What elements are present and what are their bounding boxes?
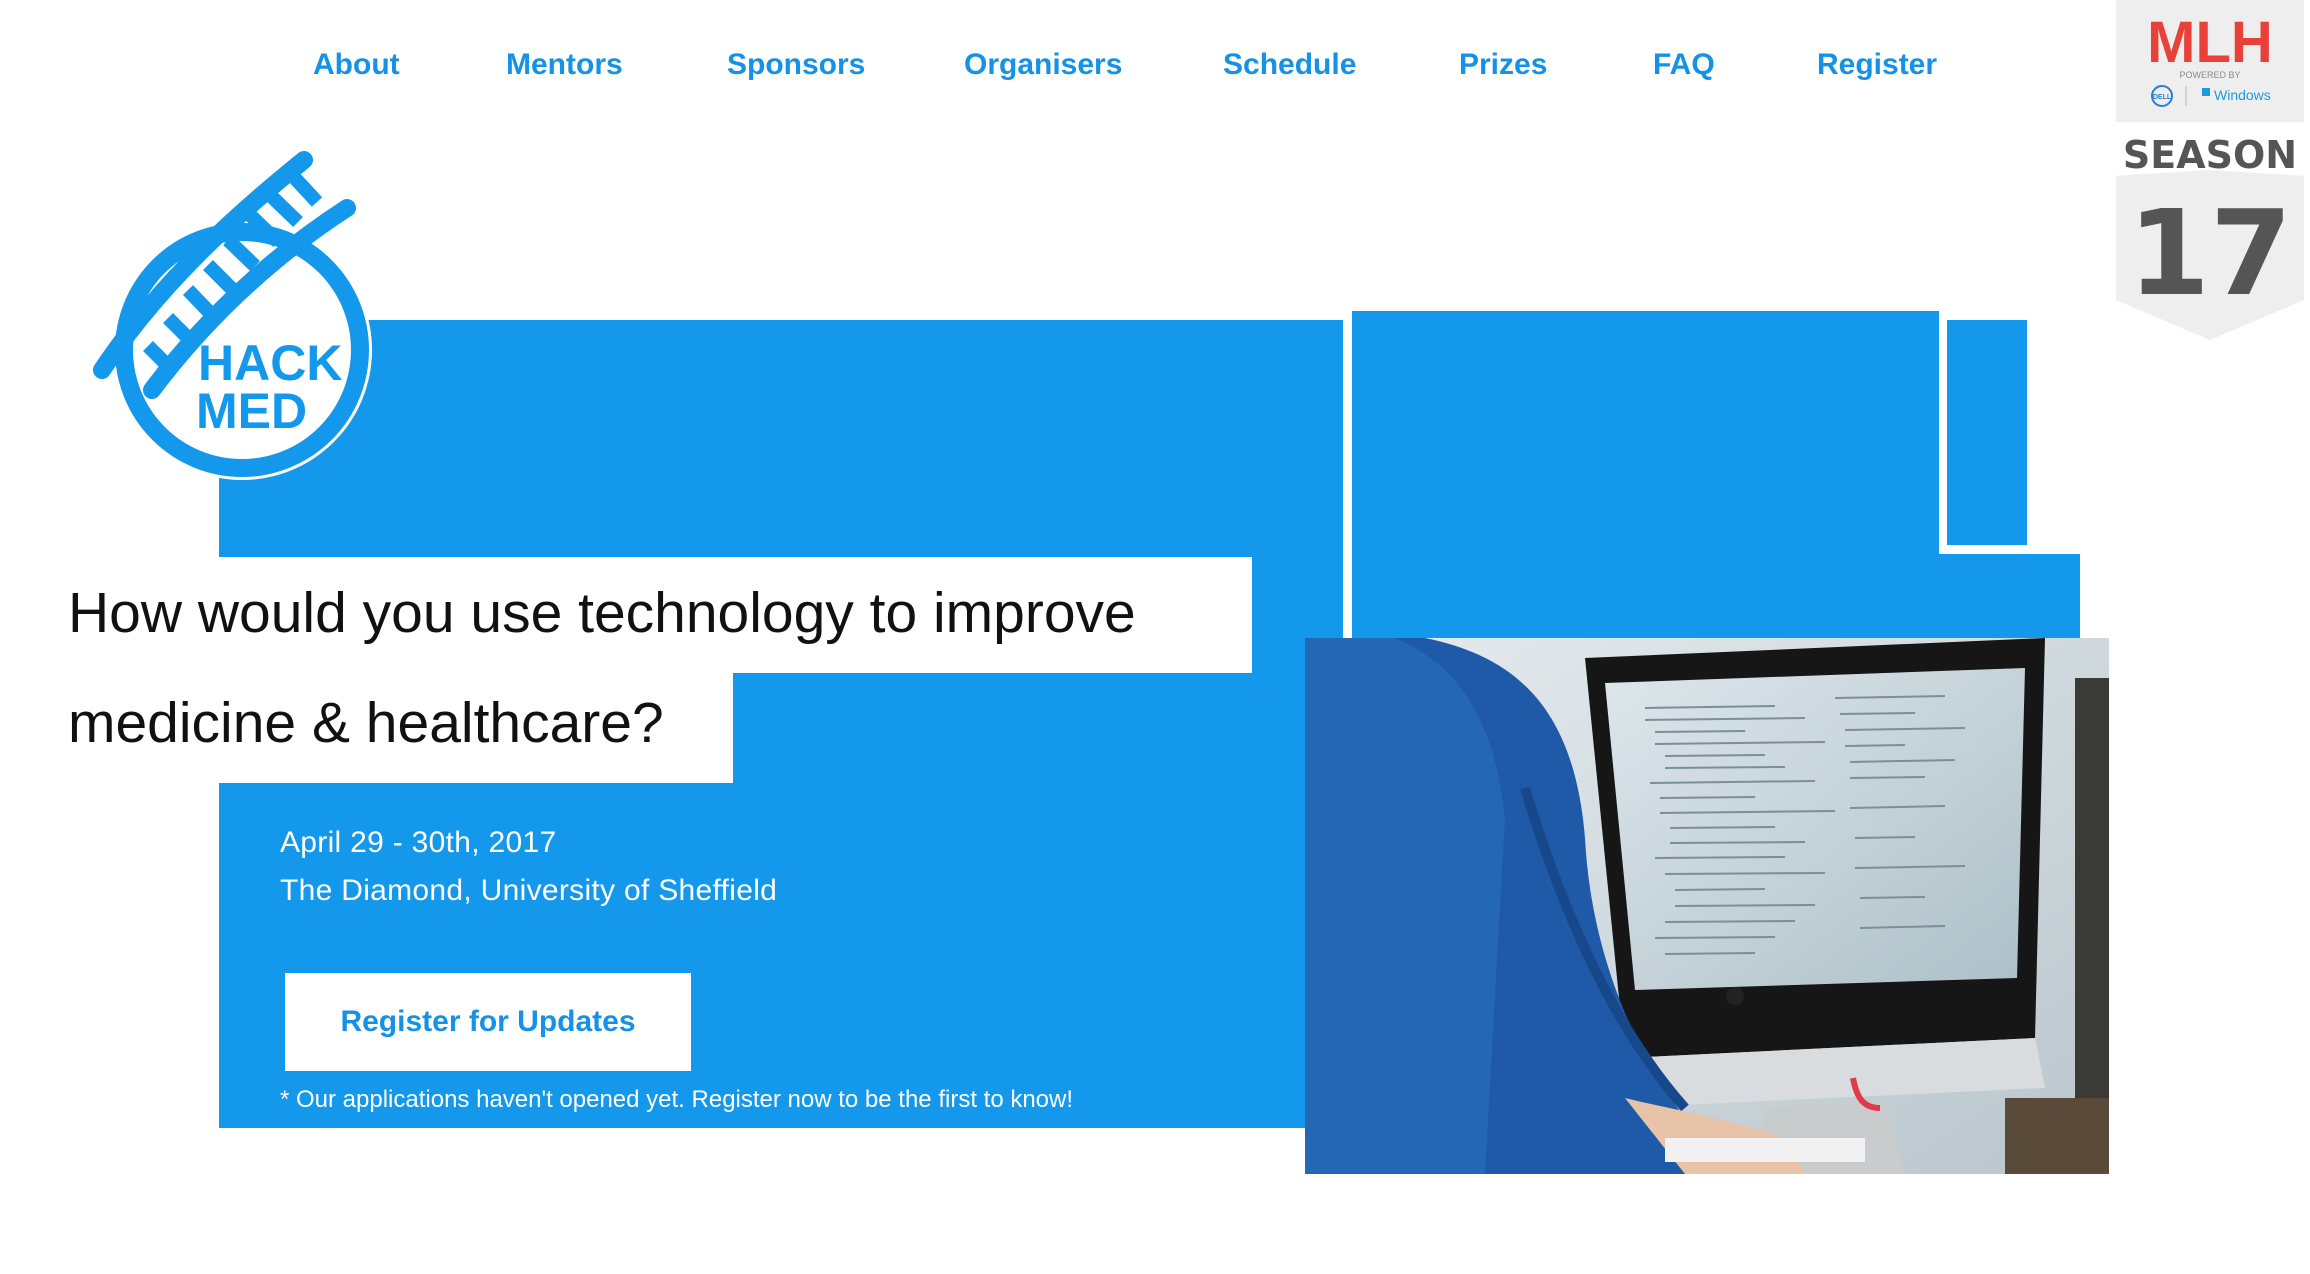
windows-logo-icon: [2202, 88, 2210, 96]
headline-line-1: How would you use technology to improve: [68, 581, 1136, 645]
nav-register-link[interactable]: Register: [1817, 48, 1937, 82]
nav-sponsors-link[interactable]: Sponsors: [727, 48, 865, 82]
nav-prizes-link[interactable]: Prizes: [1459, 48, 1547, 82]
sponsor-dell: DELL: [2153, 94, 2172, 101]
season-number: 17: [2128, 184, 2292, 322]
blue-deco-block-2: [1947, 320, 2027, 545]
event-venue: The Diamond, University of Sheffield: [280, 874, 778, 907]
nav-organisers-link[interactable]: Organisers: [964, 48, 1122, 82]
nav-faq-link[interactable]: FAQ: [1653, 48, 1715, 82]
nav-mentors-link[interactable]: Mentors: [506, 48, 623, 82]
blue-deco-block-3: [1774, 554, 2080, 644]
nav-about-link[interactable]: About: [313, 48, 400, 82]
event-date: April 29 - 30th, 2017: [280, 826, 557, 859]
headline-line-2: medicine & healthcare?: [68, 691, 664, 755]
hackmed-logo[interactable]: HACK MED: [92, 150, 392, 490]
applications-note: * Our applications haven't opened yet. R…: [280, 1086, 1074, 1113]
mlh-logo: MLH: [2147, 10, 2273, 75]
logo-text-med: MED: [196, 383, 307, 439]
main-nav: About Mentors Sponsors Organisers Schedu…: [0, 48, 2310, 108]
register-updates-button[interactable]: Register for Updates: [285, 973, 691, 1071]
powered-by-label: POWERED BY: [2179, 70, 2240, 80]
hero-photo-developer-at-computer: [1305, 638, 2109, 1174]
nav-schedule-link[interactable]: Schedule: [1223, 48, 1356, 82]
season-label: SEASON: [2123, 133, 2297, 177]
sponsor-windows: Windows: [2214, 87, 2271, 103]
mlh-season-badge[interactable]: MLH POWERED BY DELL Windows SEASON 17: [2108, 0, 2310, 360]
